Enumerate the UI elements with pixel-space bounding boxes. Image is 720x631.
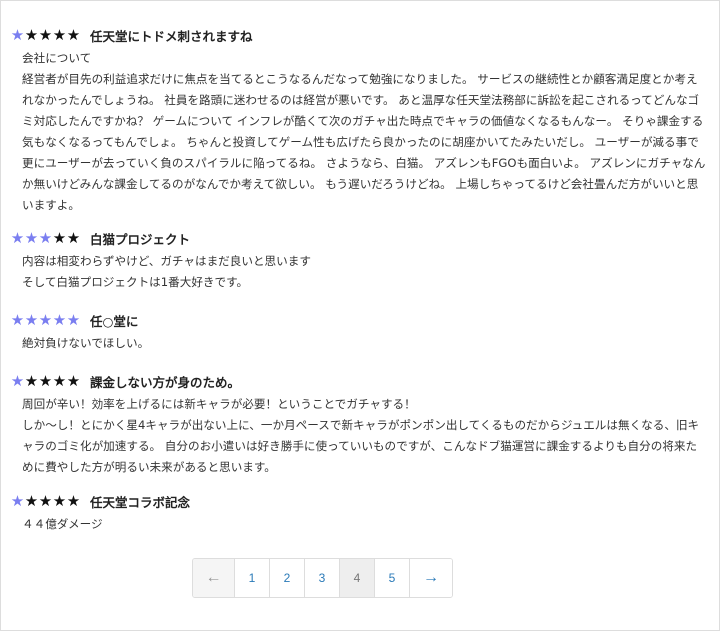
review-item: ★ ★ ★ ★ ★ 白猫プロジェクト 内容は相変わらずやけど、ガチャはまだ良いと思います そし… [10, 227, 710, 293]
review-header: ★ ★ ★ ★ ★ 白猫プロジェクト [10, 227, 710, 249]
star-empty-icon: ★ [52, 25, 66, 44]
star-empty-icon: ★ [24, 25, 38, 44]
review-item: ★ ★ ★ ★ ★ 課金しない方が身のため。 周回が辛い！効率を上げるには新キャラが必要！と… [10, 370, 710, 478]
review-body: 会社について経営者が目先の利益追求だけに焦点を当てるとこうなるんだなって勉強にな… [10, 48, 710, 216]
star-empty-icon: ★ [52, 491, 66, 510]
review-text: 経営者が目先の利益追求だけに焦点を当てるとこうなるんだなって勉強になりました。 … [22, 72, 706, 212]
pagination-page-2[interactable]: 2 [270, 559, 305, 597]
star-filled-icon: ★ [10, 491, 24, 510]
star-filled-icon: ★ [38, 228, 52, 247]
review-body: 絶対負けないでほしい。 [10, 333, 710, 354]
pagination-prev-button[interactable]: ← [193, 559, 235, 597]
review-text: 絶対負けないでほしい。 [22, 336, 150, 350]
review-header: ★ ★ ★ ★ ★ 任天堂にトドメ刺されますね [10, 24, 710, 46]
review-text: 会社について [22, 51, 92, 65]
review-header: ★ ★ ★ ★ ★ 課金しない方が身のため。 [10, 370, 710, 392]
review-body: 周回が辛い！効率を上げるには新キャラが必要！ということでガチャする！ しか〜し！と… [10, 394, 710, 478]
star-rating: ★ ★ ★ ★ ★ [10, 491, 80, 510]
review-title: 任○堂に [90, 313, 139, 329]
review-item: ★ ★ ★ ★ ★ 任天堂コラボ記念 ４４億ダメージ [10, 490, 710, 535]
review-title: 任天堂にトドメ刺されますね [90, 28, 253, 44]
review-text: 周回が辛い！効率を上げるには新キャラが必要！ということでガチャする！ [22, 397, 416, 411]
review-item: ★ ★ ★ ★ ★ 任○堂に 絶対負けないでほしい。 [10, 309, 710, 354]
pagination-next-button[interactable]: → [410, 559, 452, 597]
star-filled-icon: ★ [10, 371, 24, 390]
star-empty-icon: ★ [66, 371, 80, 390]
star-empty-icon: ★ [66, 491, 80, 510]
review-text: 内容は相変わらずやけど、ガチャはまだ良いと思います [22, 254, 311, 268]
review-title: 課金しない方が身のため。 [90, 374, 241, 390]
star-rating: ★ ★ ★ ★ ★ [10, 310, 80, 329]
review-body: 内容は相変わらずやけど、ガチャはまだ良いと思います そして白猫プロジェクトは1番大… [10, 251, 710, 293]
pagination-page-3[interactable]: 3 [305, 559, 340, 597]
review-body: ４４億ダメージ [10, 514, 710, 535]
star-empty-icon: ★ [66, 228, 80, 247]
review-item: ★ ★ ★ ★ ★ 任天堂にトドメ刺されますね 会社について 経営者が目先の利益追求だけに焦点… [10, 24, 710, 216]
review-text: しか〜し！とにかく星4キャラが出ない上に、一か月ペースで新キャラがポンポン出して… [22, 418, 700, 474]
star-filled-icon: ★ [52, 310, 66, 329]
star-rating: ★ ★ ★ ★ ★ [10, 25, 80, 44]
review-text: ４４億ダメージ [22, 517, 103, 531]
pagination-page-5[interactable]: 5 [375, 559, 410, 597]
star-empty-icon: ★ [24, 491, 38, 510]
star-empty-icon: ★ [38, 371, 52, 390]
star-empty-icon: ★ [52, 371, 66, 390]
pagination: ← 1 2 3 4 5 → [192, 558, 453, 598]
star-filled-icon: ★ [10, 25, 24, 44]
review-title: 任天堂コラボ記念 [90, 494, 191, 510]
star-empty-icon: ★ [66, 25, 80, 44]
review-header: ★ ★ ★ ★ ★ 任天堂コラボ記念 [10, 490, 710, 512]
star-filled-icon: ★ [10, 310, 24, 329]
review-title: 白猫プロジェクト [90, 231, 191, 247]
star-rating: ★ ★ ★ ★ ★ [10, 371, 80, 390]
star-empty-icon: ★ [38, 25, 52, 44]
star-filled-icon: ★ [66, 310, 80, 329]
pagination-page-1[interactable]: 1 [235, 559, 270, 597]
star-empty-icon: ★ [52, 228, 66, 247]
star-filled-icon: ★ [24, 310, 38, 329]
pagination-page-4-current: 4 [340, 559, 375, 597]
star-empty-icon: ★ [24, 371, 38, 390]
star-rating: ★ ★ ★ ★ ★ [10, 228, 80, 247]
star-filled-icon: ★ [24, 228, 38, 247]
review-header: ★ ★ ★ ★ ★ 任○堂に [10, 309, 710, 331]
review-text: そして白猫プロジェクトは1番大好きです。 [22, 275, 249, 289]
star-filled-icon: ★ [10, 228, 24, 247]
star-empty-icon: ★ [38, 491, 52, 510]
star-filled-icon: ★ [38, 310, 52, 329]
